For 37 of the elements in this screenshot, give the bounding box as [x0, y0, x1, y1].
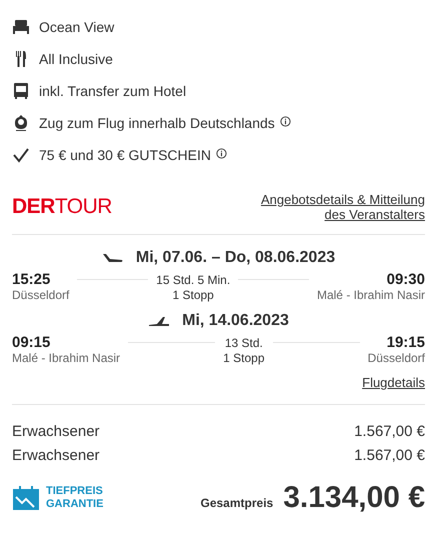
feature-label: inkl. Transfer zum Hotel: [39, 83, 186, 99]
departure-time: 15:25: [12, 271, 52, 288]
traveller-type: Erwachsener: [12, 422, 100, 440]
calendar-trend-icon: [12, 485, 40, 511]
departure-airport: Malé - Ibrahim Nasir: [12, 351, 120, 365]
bus-icon: [12, 82, 30, 100]
check-icon: [12, 146, 30, 164]
offer-details-link[interactable]: Angebotsdetails & Mitteilung des Veranstalters: [250, 192, 425, 222]
total-price: 3.134,00 €: [283, 481, 425, 515]
departure-plane-icon: [102, 252, 124, 264]
feature-label: 75 € und 30 € GUTSCHEIN: [39, 147, 211, 163]
flight-duration: 13 Std.: [224, 336, 264, 350]
departure-airport: Düsseldorf: [12, 288, 70, 302]
feature-label: Ocean View: [39, 19, 114, 35]
flight-duration: 15 Std. 5 Min.: [156, 272, 230, 286]
arrival-airport: Düsseldorf: [368, 351, 425, 365]
total-price-label: Gesamtpreis: [200, 496, 274, 510]
info-icon[interactable]: [216, 148, 227, 158]
price-guarantee-label: TIEFPREIS GARANTIE: [46, 485, 104, 511]
brand-logo: DERTOUR: [12, 195, 112, 219]
stops-count: 1 Stopp: [171, 288, 215, 302]
arrival-plane-icon: [148, 315, 170, 327]
arrival-time: 09:30: [386, 271, 425, 288]
feature-label: Zug zum Flug innerhalb Deutschlands: [39, 115, 275, 131]
flight-date: Mi, 14.06.2023: [182, 312, 289, 330]
stops-count: 1 Stopp: [223, 351, 265, 365]
flight-date: Mi, 07.06. – Do, 08.06.2023: [136, 249, 336, 267]
traveller-price: 1.567,00 €: [354, 446, 425, 464]
feature-label: All Inclusive: [39, 51, 113, 67]
bed-icon: [12, 18, 30, 36]
flight-details-link[interactable]: Flugdetails: [362, 375, 425, 390]
departure-time: 09:15: [12, 334, 52, 351]
arrival-time: 19:15: [386, 334, 425, 351]
arrival-airport: Malé - Ibrahim Nasir: [316, 288, 425, 302]
info-icon[interactable]: [280, 116, 291, 126]
traveller-price: 1.567,00 €: [354, 422, 425, 440]
traveller-type: Erwachsener: [12, 446, 100, 464]
